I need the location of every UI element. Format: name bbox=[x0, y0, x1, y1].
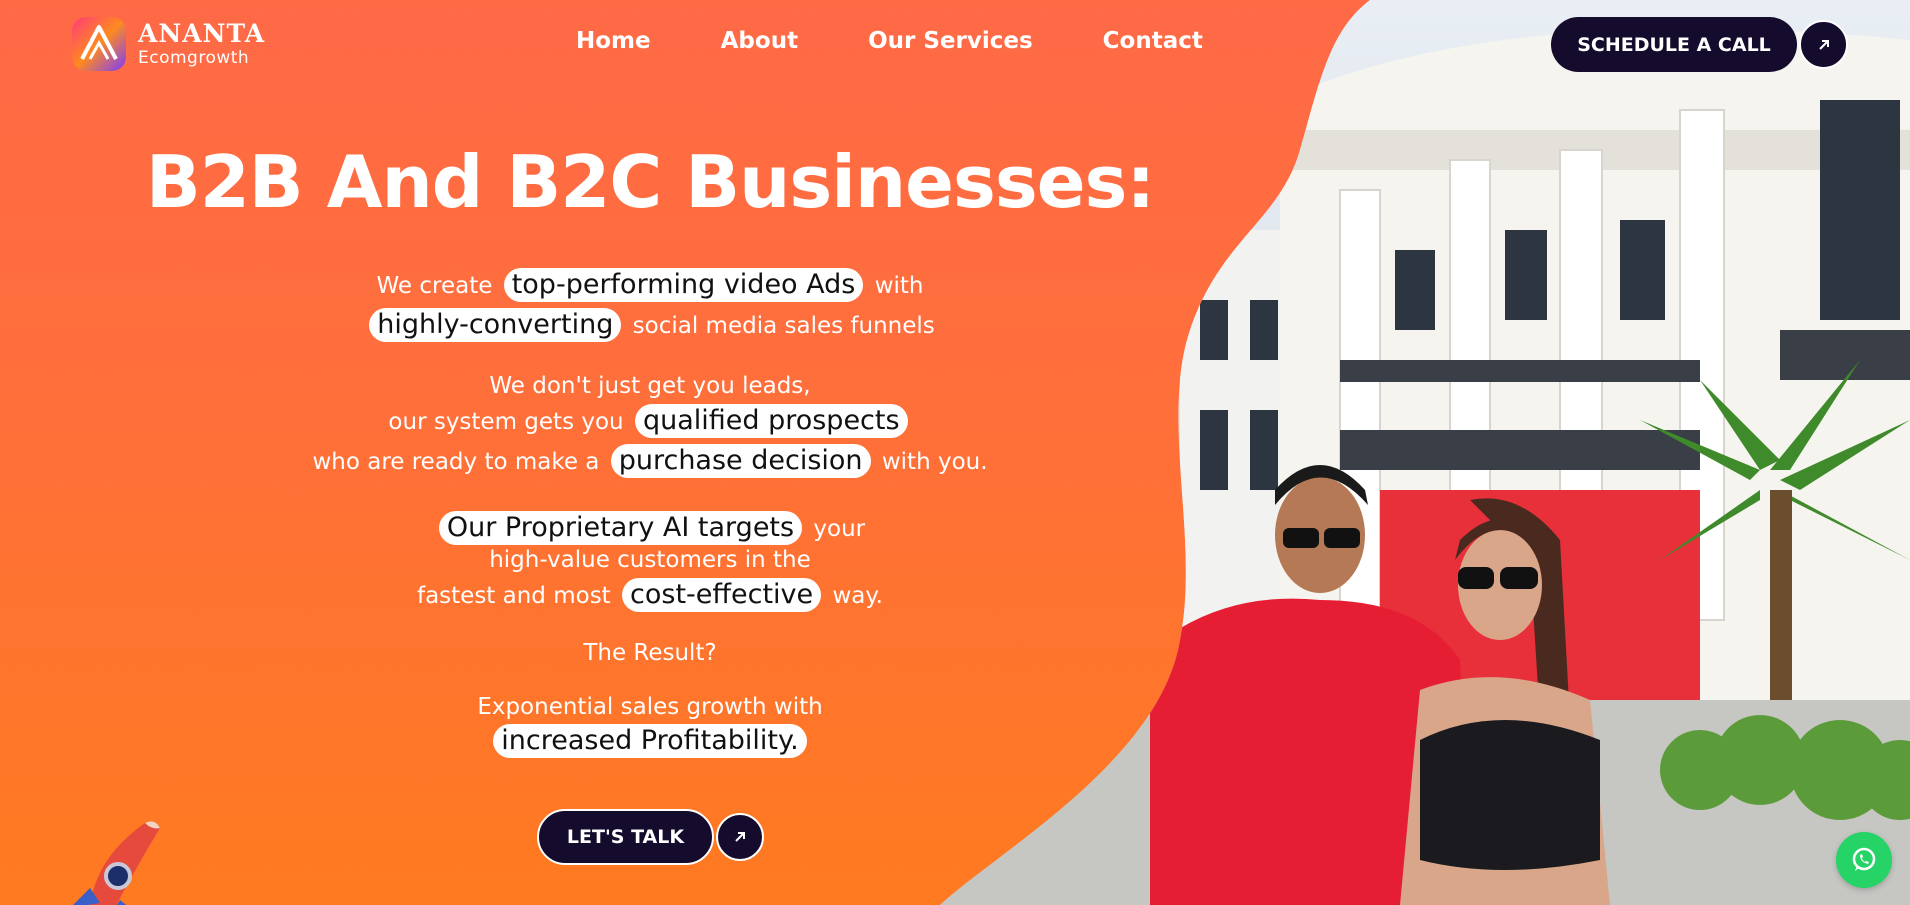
hero-text: fastest and most bbox=[416, 583, 611, 609]
whatsapp-icon bbox=[1852, 847, 1876, 871]
hero-title: B2B And B2C Businesses: bbox=[145, 140, 1155, 224]
main-nav: Home About Our Services Contact bbox=[576, 28, 1203, 54]
arrow-up-right-icon[interactable] bbox=[716, 813, 764, 861]
highlight-pill: increased Profitability. bbox=[493, 724, 807, 759]
highlight-pill: cost-effective bbox=[622, 578, 822, 613]
hero-line-7: high-value customers in the bbox=[250, 547, 1050, 575]
schedule-call-cta: SCHEDULE A CALL bbox=[1551, 17, 1848, 72]
hero-text: We don't just get you leads, bbox=[489, 373, 811, 399]
highlight-pill: purchase decision bbox=[610, 444, 871, 479]
hero-line-5: who are ready to make a purchase decisio… bbox=[250, 444, 1050, 479]
hero-text: with bbox=[874, 273, 924, 299]
brand-name: ANANTA bbox=[138, 19, 266, 48]
arrow-up-right-icon[interactable] bbox=[1799, 20, 1848, 69]
brand-logo[interactable]: ANANTA Ecomgrowth bbox=[70, 15, 265, 73]
nav-item-home[interactable]: Home bbox=[576, 28, 651, 54]
hero-text: Exponential sales growth with bbox=[477, 694, 823, 720]
nav-item-our-services[interactable]: Our Services bbox=[868, 28, 1033, 54]
hero-text: We create bbox=[376, 273, 493, 299]
highlight-pill: Our Proprietary AI targets bbox=[438, 511, 803, 546]
hero-line-4: our system gets you qualified prospects bbox=[250, 404, 1050, 439]
whatsapp-button[interactable] bbox=[1836, 832, 1892, 888]
rocket-icon bbox=[73, 821, 160, 905]
hero-line-9: The Result? bbox=[250, 640, 1050, 668]
ananta-logo-icon bbox=[72, 17, 126, 71]
highlight-pill: top-performing video Ads bbox=[503, 268, 864, 303]
hero-text: way. bbox=[832, 583, 883, 609]
highlight-pill: highly-converting bbox=[369, 308, 622, 343]
hero-text: who are ready to make a bbox=[312, 449, 600, 475]
hero-line-2: highly-converting social media sales fun… bbox=[250, 308, 1050, 343]
hero-text: with you. bbox=[881, 449, 988, 475]
lets-talk-button[interactable]: LET'S TALK bbox=[537, 809, 714, 865]
hero-text: social media sales funnels bbox=[632, 313, 935, 339]
highlight-pill: qualified prospects bbox=[634, 404, 908, 439]
hero-line-3: We don't just get you leads, bbox=[250, 373, 1050, 401]
nav-item-contact[interactable]: Contact bbox=[1103, 28, 1203, 54]
hero-text: high-value customers in the bbox=[489, 547, 811, 573]
lets-talk-cta: LET'S TALK bbox=[537, 809, 764, 865]
hero-line-1: We create top-performing video Ads with bbox=[250, 268, 1050, 303]
hero-line-11: increased Profitability. bbox=[250, 724, 1050, 759]
hero-text: The Result? bbox=[583, 640, 717, 666]
hero-line-8: fastest and most cost-effective way. bbox=[250, 578, 1050, 613]
schedule-call-button[interactable]: SCHEDULE A CALL bbox=[1551, 17, 1797, 72]
nav-item-about[interactable]: About bbox=[721, 28, 798, 54]
hero-line-6: Our Proprietary AI targets your bbox=[250, 511, 1050, 546]
hero-text: our system gets you bbox=[388, 409, 624, 435]
brand-subtitle: Ecomgrowth bbox=[138, 48, 250, 68]
hero-line-10: Exponential sales growth with bbox=[250, 694, 1050, 722]
hero-text: your bbox=[813, 516, 866, 542]
